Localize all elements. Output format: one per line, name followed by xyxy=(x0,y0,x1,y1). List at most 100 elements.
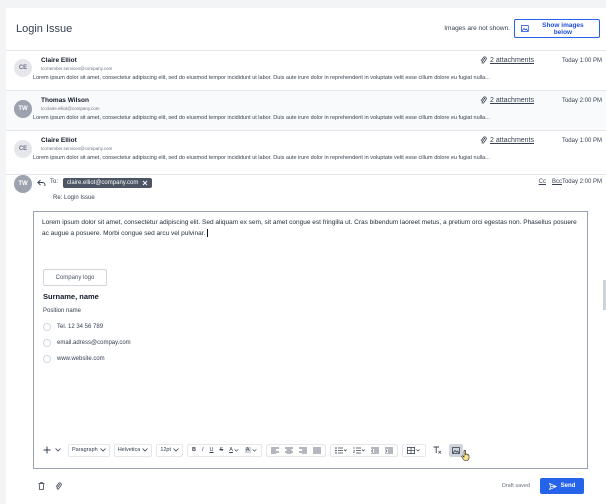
bold-button[interactable]: B xyxy=(192,447,196,453)
message-time: Today 1:00 PM xyxy=(561,138,602,144)
strikethrough-button[interactable]: S xyxy=(220,447,224,453)
editor-body-text[interactable]: Lorem ipsum dolor sit amet, consectetur … xyxy=(42,217,577,239)
cc-bcc-links: Cc Bcc xyxy=(539,179,562,185)
image-icon xyxy=(451,446,460,454)
italic-button[interactable]: I xyxy=(202,447,204,453)
signature-position: Position name xyxy=(43,308,82,314)
attachments-label: 2 attachments xyxy=(490,57,534,64)
text-color-button[interactable]: A xyxy=(229,447,239,453)
clear-format-icon xyxy=(433,446,441,454)
mail-icon xyxy=(43,339,51,347)
message-item[interactable]: CE Claire Elliot to:member.services@comp… xyxy=(6,130,606,170)
message-editor[interactable]: Lorem ipsum dolor sit amet, consectetur … xyxy=(33,211,588,469)
avatar: TW xyxy=(14,175,32,193)
table-icon xyxy=(406,446,420,454)
company-logo-placeholder: Company logo xyxy=(43,269,107,286)
align-left-icon[interactable] xyxy=(270,447,279,454)
text-color-label: A xyxy=(229,447,233,453)
font-size-label: 12pt xyxy=(160,447,172,453)
body-text: Lorem ipsum dolor sit amet, consectetur … xyxy=(42,219,577,237)
thread-title: Login Issue xyxy=(16,23,73,35)
paperclip-icon[interactable] xyxy=(55,482,62,491)
signature-phone-row: Tel. 12 34 56 789 xyxy=(43,323,103,331)
align-right-icon[interactable] xyxy=(298,447,307,454)
attachments-label: 2 attachments xyxy=(490,97,534,104)
signature-website: www.website.com xyxy=(57,356,105,362)
reply-icon[interactable] xyxy=(37,179,46,187)
send-button[interactable]: Send xyxy=(540,478,584,494)
underline-button[interactable]: U xyxy=(210,447,214,453)
recipient-address: to:member.services@company.com xyxy=(41,66,113,71)
chevron-down-icon xyxy=(173,448,179,452)
cc-link[interactable]: Cc xyxy=(539,179,546,185)
email-thread-panel: Login Issue Images are not shown. Show i… xyxy=(6,8,606,504)
table-group[interactable] xyxy=(401,443,426,457)
compose-footer: Draft saved Send xyxy=(6,470,606,500)
send-label: Send xyxy=(560,483,576,489)
signature-email: email.adress@compa​y.com xyxy=(57,340,131,346)
signature-email-row: email.adress@compa​y.com xyxy=(43,339,131,347)
recipient-address: to:claire.elliot@company.com xyxy=(41,106,100,111)
hand-cursor-icon xyxy=(460,449,469,461)
font-select[interactable]: Helvetica xyxy=(113,443,153,457)
thread-header: Login Issue Images are not shown. Show i… xyxy=(14,8,606,50)
bullet-list-icon[interactable] xyxy=(334,446,347,454)
trash-icon[interactable] xyxy=(38,482,45,490)
font-size-select[interactable]: 12pt xyxy=(156,443,184,457)
recipient-chip[interactable]: claire.elliot@company.com xyxy=(63,178,153,188)
bcc-link[interactable]: Bcc xyxy=(552,179,562,185)
recipient-email: claire.elliot@company.com xyxy=(67,180,139,186)
avatar: CE xyxy=(14,59,32,77)
reply-time: Today 2:00 PM xyxy=(561,179,602,185)
close-icon[interactable] xyxy=(142,180,148,186)
attachments-label: 2 attachments xyxy=(490,137,534,144)
images-note: Images are not shown. xyxy=(444,25,510,32)
attachments-link[interactable]: 2 attachments xyxy=(480,96,534,105)
globe-icon xyxy=(43,355,51,363)
avatar: TW xyxy=(14,100,32,118)
align-center-icon[interactable] xyxy=(284,447,293,454)
formatting-toolbar: Paragraph Helvetica 12pt B I U S A A xyxy=(40,441,470,461)
message-item[interactable]: CE Claire Elliot to:member.services@comp… xyxy=(6,50,606,90)
numbered-list-icon[interactable] xyxy=(352,446,365,454)
clear-format-button[interactable] xyxy=(430,444,445,457)
phone-icon xyxy=(43,323,51,331)
highlight-label: A xyxy=(244,447,251,453)
reply-header: TW To: claire.elliot@company.com Cc Bcc … xyxy=(6,174,606,209)
image-icon xyxy=(521,25,529,32)
font-select-label: Helvetica xyxy=(117,447,141,453)
recipient-address: to:member.services@company.com xyxy=(41,146,113,151)
chevron-down-icon xyxy=(142,448,149,452)
message-preview: Lorem ipsum dolor sit amet, consectetur … xyxy=(33,115,490,121)
list-group xyxy=(329,443,398,457)
to-label: To: xyxy=(50,179,59,185)
paperclip-icon xyxy=(480,96,487,104)
sender-name: Claire Elliot xyxy=(41,57,77,64)
outdent-icon[interactable] xyxy=(370,447,379,454)
message-item[interactable]: TW Thomas Wilson to:claire.elliot@compan… xyxy=(6,90,606,130)
sender-name: Thomas Wilson xyxy=(41,97,89,104)
message-preview: Lorem ipsum dolor sit amet, consectetur … xyxy=(33,75,490,81)
message-preview: Lorem ipsum dolor sit amet, consectetur … xyxy=(33,155,490,161)
attachments-link[interactable]: 2 attachments xyxy=(480,136,534,145)
signature-phone: Tel. 12 34 56 789 xyxy=(57,324,104,330)
avatar: CE xyxy=(14,140,32,158)
text-cursor xyxy=(207,229,209,238)
paperclip-icon xyxy=(480,136,487,144)
alignment-group xyxy=(265,443,326,457)
paragraph-select-label: Paragraph xyxy=(72,447,98,453)
reply-subject: Re: Login Issue xyxy=(53,195,95,201)
insert-menu[interactable] xyxy=(40,444,64,457)
chevron-down-icon xyxy=(251,448,257,452)
chevron-down-icon xyxy=(99,448,106,452)
plus-icon xyxy=(43,446,51,454)
highlight-button[interactable]: A xyxy=(244,447,257,453)
align-justify-icon[interactable] xyxy=(312,447,321,454)
show-images-button[interactable]: Show images below xyxy=(514,19,600,38)
indent-icon[interactable] xyxy=(384,447,393,454)
paragraph-select[interactable]: Paragraph xyxy=(68,443,110,457)
attachments-link[interactable]: 2 attachments xyxy=(480,56,534,65)
chevron-down-icon xyxy=(55,448,61,452)
draft-status: Draft saved xyxy=(501,483,530,489)
chevron-down-icon xyxy=(234,448,239,452)
